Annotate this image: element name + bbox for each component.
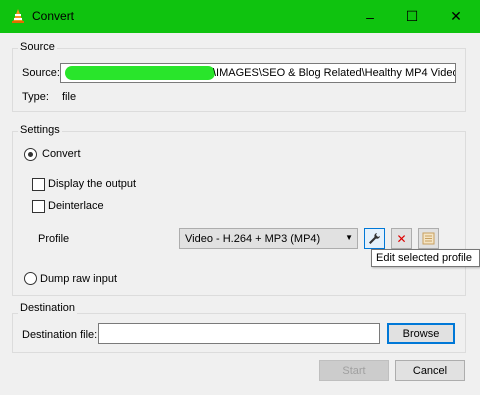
dump-raw-radio[interactable]	[24, 272, 37, 285]
source-label: Source:	[22, 67, 60, 79]
minimize-button[interactable]: –	[350, 0, 390, 33]
deinterlace-checkbox[interactable]	[32, 200, 45, 213]
new-profile-button[interactable]	[418, 228, 439, 249]
convert-radio[interactable]	[24, 148, 37, 161]
maximize-icon: ☐	[405, 8, 419, 24]
profile-label: Profile	[38, 233, 70, 245]
type-value: file	[62, 91, 77, 103]
source-group-label: Source	[18, 41, 57, 53]
source-path-text: \IMAGES\SEO & Blog Related\Healthy MP4 V…	[213, 67, 455, 79]
display-output-checkbox[interactable]	[32, 178, 45, 191]
destination-file-label: Destination file:	[22, 329, 98, 341]
source-field[interactable]: \IMAGES\SEO & Blog Related\Healthy MP4 V…	[60, 63, 456, 83]
redacted-path	[65, 66, 215, 80]
minimize-icon: –	[366, 8, 374, 25]
profile-select[interactable]: Video - H.264 + MP3 (MP4) ▼	[179, 228, 358, 249]
maximize-button[interactable]: ☐	[392, 0, 432, 33]
wrench-icon	[369, 233, 380, 244]
edit-profile-button[interactable]	[364, 228, 385, 249]
profile-selected-value: Video - H.264 + MP3 (MP4)	[185, 233, 321, 245]
start-button[interactable]: Start	[319, 360, 389, 381]
close-button[interactable]: ✕	[436, 0, 476, 33]
destination-file-input[interactable]	[98, 323, 380, 344]
delete-icon: ✕	[396, 231, 407, 246]
vlc-cone-icon	[12, 9, 24, 23]
convert-dialog: Convert – ☐ ✕ Source Source: \IMAGES\SEO…	[0, 0, 480, 395]
chevron-down-icon: ▼	[345, 233, 353, 242]
edit-profile-tooltip: Edit selected profile	[371, 249, 480, 267]
dump-raw-label[interactable]: Dump raw input	[40, 273, 117, 285]
deinterlace-label[interactable]: Deinterlace	[48, 200, 104, 212]
window-title: Convert	[32, 9, 75, 23]
new-profile-icon	[422, 232, 435, 245]
display-output-label[interactable]: Display the output	[48, 178, 136, 190]
settings-group-label: Settings	[18, 124, 62, 136]
close-icon: ✕	[450, 8, 462, 24]
title-bar[interactable]: Convert – ☐ ✕	[0, 0, 480, 33]
type-label: Type:	[22, 91, 49, 103]
destination-group-label: Destination	[18, 302, 78, 314]
delete-profile-button[interactable]: ✕	[391, 228, 412, 249]
convert-label[interactable]: Convert	[42, 148, 81, 160]
browse-button[interactable]: Browse	[387, 323, 455, 344]
cancel-button[interactable]: Cancel	[395, 360, 465, 381]
